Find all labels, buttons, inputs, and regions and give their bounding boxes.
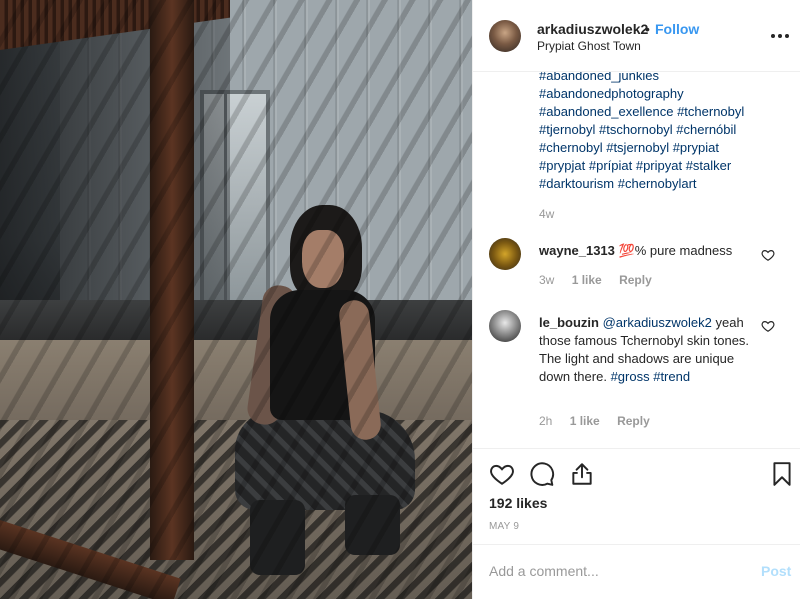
commenter-username[interactable]: le_bouzin (539, 315, 599, 330)
comments-list[interactable]: #abandoned_junkies #abandonedphotography… (473, 72, 800, 448)
commenter-avatar[interactable] (489, 238, 521, 270)
comment-body: wayne_1313 💯% pure madness (539, 242, 759, 260)
comment-time[interactable]: 2h (539, 414, 552, 428)
post-side-panel: arkadiuszwolek2 • Follow Prypiat Ghost T… (472, 0, 800, 599)
header-separator: • (645, 21, 650, 37)
comment-mention[interactable]: @arkadiuszwolek2 (603, 315, 712, 330)
comment-body: le_bouzin @arkadiuszwolek2 yeah those fa… (539, 314, 759, 386)
share-icon[interactable] (569, 461, 595, 487)
author-avatar[interactable] (489, 20, 521, 52)
photo-shadow-pattern (0, 0, 472, 599)
caption-timestamp[interactable]: 4w (539, 207, 554, 221)
comment-time[interactable]: 3w (539, 273, 554, 287)
comment-input[interactable] (489, 560, 749, 582)
post-modal: arkadiuszwolek2 • Follow Prypiat Ghost T… (0, 0, 800, 599)
commenter-avatar[interactable] (489, 310, 521, 342)
bookmark-icon[interactable] (769, 461, 795, 487)
hashtag-line[interactable]: #darktourism #chernobylart (539, 175, 789, 193)
post-location[interactable]: Prypiat Ghost Town (537, 39, 641, 53)
hashtag-line[interactable]: #abandonedphotography (539, 85, 789, 103)
more-options-icon[interactable] (771, 34, 789, 40)
hashtag-line[interactable]: #prypjat #prípiat #pripyat #stalker (539, 157, 789, 175)
caption-hashtags: #abandoned_junkies #abandonedphotography… (539, 72, 789, 193)
comment-like-icon[interactable] (761, 248, 775, 262)
hashtag-line[interactable]: #abandoned_exellence #tchernobyl (539, 103, 789, 121)
comment-text: 💯% pure madness (618, 243, 733, 258)
comment-like-icon[interactable] (761, 319, 775, 333)
post-actions: 192 likes MAY 9 (473, 448, 800, 544)
add-comment-bar: Post (473, 544, 800, 599)
comment-meta: 3w 1 like Reply (539, 273, 666, 287)
comment-hashtag[interactable]: #gross (611, 369, 650, 384)
likes-count[interactable]: 192 likes (489, 495, 547, 511)
post-header: arkadiuszwolek2 • Follow Prypiat Ghost T… (473, 0, 800, 72)
heart-icon[interactable] (489, 461, 515, 487)
hashtag-line[interactable]: #chernobyl #tsjernobyl #prypiat (539, 139, 789, 157)
comment-meta: 2h 1 like Reply (539, 414, 664, 428)
post-photo[interactable] (0, 0, 472, 599)
follow-button[interactable]: Follow (655, 21, 699, 37)
post-date[interactable]: MAY 9 (489, 521, 519, 532)
hashtag-line[interactable]: #tjernobyl #tschornobyl #chernóbil (539, 121, 789, 139)
hashtag-line[interactable]: #abandoned_junkies (539, 72, 789, 85)
comment-hashtag[interactable]: #trend (653, 369, 690, 384)
comment-icon[interactable] (529, 461, 555, 487)
post-comment-button[interactable]: Post (761, 563, 791, 579)
author-username[interactable]: arkadiuszwolek2 (537, 21, 648, 37)
commenter-username[interactable]: wayne_1313 (539, 243, 615, 258)
comment-likes[interactable]: 1 like (570, 414, 600, 428)
comment-likes[interactable]: 1 like (572, 273, 602, 287)
reply-button[interactable]: Reply (619, 273, 652, 287)
reply-button[interactable]: Reply (617, 414, 650, 428)
